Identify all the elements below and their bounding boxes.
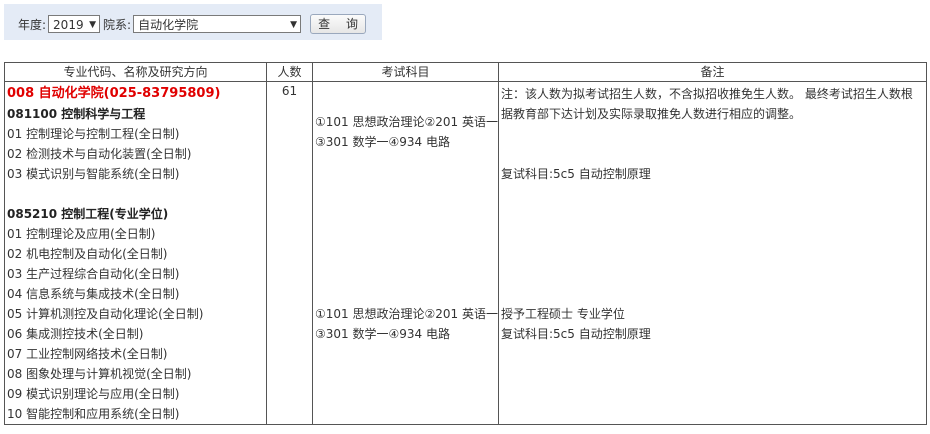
direction-item: 04 信息系统与集成技术(全日制)	[7, 287, 180, 301]
direction-item: 03 模式识别与智能系统(全日制)	[7, 167, 180, 181]
direction-item: 02 机电控制及自动化(全日制)	[7, 247, 168, 261]
major-title: 081100 控制科学与工程	[7, 107, 146, 121]
year-label: 年度:	[18, 17, 47, 32]
dept-label: 院系:	[103, 17, 132, 32]
dropdown-arrow-icon: ▼	[290, 20, 298, 30]
enrollment-count: 61	[281, 84, 298, 98]
direction-item: 10 智能控制和应用系统(全日制)	[7, 407, 180, 421]
direction-item: 07 工业控制网络技术(全日制)	[7, 347, 168, 361]
dropdown-arrow-icon: ▼	[89, 20, 97, 30]
major-cell: 008 自动化学院(025-83795809) 081100 控制科学与工程 0…	[4, 81, 267, 425]
department-title: 008 自动化学院(025-83795809)	[7, 86, 221, 101]
table-row: 008 自动化学院(025-83795809) 081100 控制科学与工程 0…	[4, 81, 927, 425]
direction-item: 02 检测技术与自动化装置(全日制)	[7, 147, 192, 161]
query-button[interactable]: 查 询	[310, 14, 367, 34]
exam-subjects-line: ③301 数学一④934 电路	[315, 327, 450, 341]
header-count: 人数	[266, 62, 313, 82]
direction-item: 05 计算机测控及自动化理论(全日制)	[7, 307, 204, 321]
header-exam: 考试科目	[312, 62, 499, 82]
exam-subjects-line: ③301 数学一④934 电路	[315, 135, 450, 149]
count-cell: 61	[266, 81, 313, 425]
direction-item: 01 控制理论及应用(全日制)	[7, 227, 156, 241]
direction-item: 09 模式识别理论与应用(全日制)	[7, 387, 180, 401]
year-select-value: 2019	[53, 18, 84, 32]
exam-subjects-line: ①101 思想政治理论②201 英语一	[315, 307, 498, 321]
program-table: 专业代码、名称及研究方向 人数 考试科目 备注 008 自动化学院(025-83…	[4, 62, 927, 425]
enrollment-note: 注：该人数为拟考试招生人数，不含拟招收推免生人数。 最终考试招生人数根据教育部下…	[501, 87, 913, 121]
notes-cell: 注：该人数为拟考试招生人数，不含拟招收推免生人数。 最终考试招生人数根据教育部下…	[498, 81, 927, 425]
header-notes: 备注	[498, 62, 927, 82]
major-title: 085210 控制工程(专业学位)	[7, 207, 169, 221]
header-major: 专业代码、名称及研究方向	[4, 62, 267, 82]
direction-item: 08 图象处理与计算机视觉(全日制)	[7, 367, 192, 381]
direction-item: 06 集成测控技术(全日制)	[7, 327, 144, 341]
retest-subject: 复试科目:5c5 自动控制原理	[501, 327, 651, 341]
department-select-value: 自动化学院	[138, 18, 199, 32]
filter-bar: 年度: 2019 ▼ 院系: 自动化学院 ▼ 查 询	[4, 4, 382, 40]
direction-item: 03 生产过程综合自动化(全日制)	[7, 267, 180, 281]
table-header-row: 专业代码、名称及研究方向 人数 考试科目 备注	[4, 62, 927, 82]
exam-cell: ①101 思想政治理论②201 英语一 ③301 数学一④934 电路 ①101…	[312, 81, 499, 425]
department-select[interactable]: 自动化学院 ▼	[133, 15, 302, 33]
degree-note: 授予工程硕士 专业学位	[501, 307, 625, 321]
retest-subject: 复试科目:5c5 自动控制原理	[501, 167, 651, 181]
direction-item: 01 控制理论与控制工程(全日制)	[7, 127, 180, 141]
year-select[interactable]: 2019 ▼	[48, 15, 101, 33]
exam-subjects-line: ①101 思想政治理论②201 英语一	[315, 115, 498, 129]
